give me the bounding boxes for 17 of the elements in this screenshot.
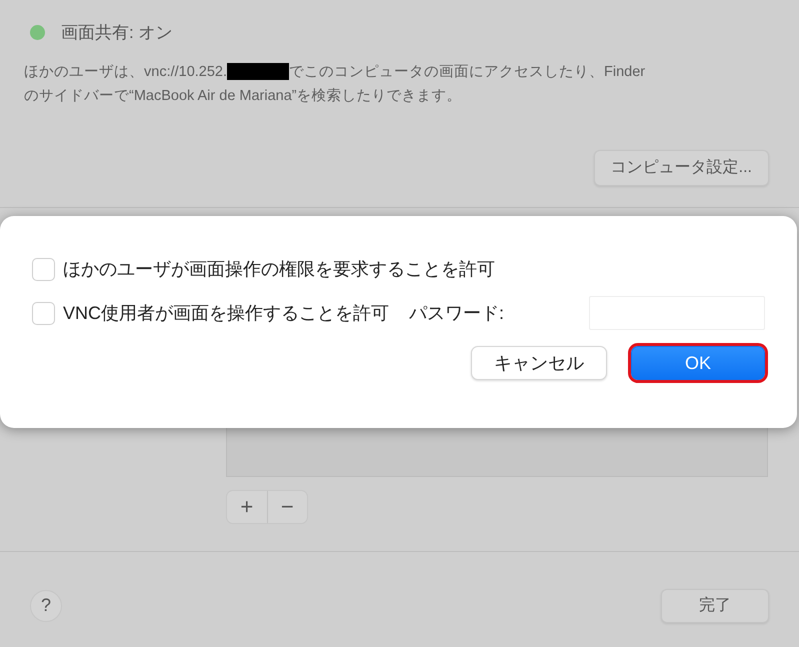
redaction-block <box>227 63 290 80</box>
status-title: 画面共有: オン <box>61 22 172 44</box>
done-button[interactable]: 完了 <box>661 588 769 622</box>
description-text: でこのコンピュータの画面にアクセスしたり、Finder <box>289 62 646 82</box>
ok-button[interactable]: OK <box>631 346 765 380</box>
checkbox[interactable] <box>32 302 55 324</box>
description-text: ほかのユーザは、vnc://10.252. <box>24 62 228 82</box>
computer-settings-button[interactable]: コンピュータ設定... <box>594 150 769 186</box>
remove-button[interactable]: − <box>266 490 307 522</box>
option-label: ほかのユーザが画面操作の権限を要求することを許可 <box>63 258 495 280</box>
cancel-button[interactable]: キャンセル <box>471 346 607 380</box>
add-button[interactable]: + <box>227 490 266 522</box>
help-button[interactable]: ? <box>30 590 62 622</box>
option-label: VNC使用者が画面を操作することを許可 <box>63 302 390 324</box>
checkbox[interactable] <box>32 258 55 280</box>
description-text: のサイドバーで“MacBook Air de Mariana”を検索したりできます。 <box>24 86 462 106</box>
password-label: パスワード: <box>409 302 504 324</box>
